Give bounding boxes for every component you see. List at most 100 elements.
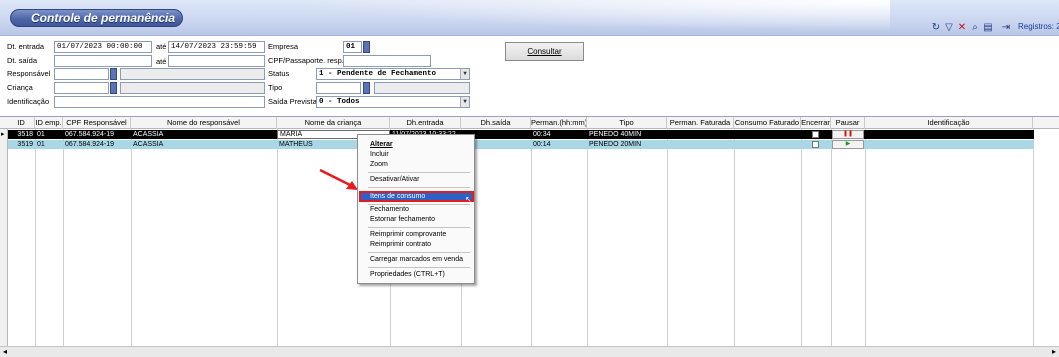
col-nome-crianca[interactable]: Nome da criança — [277, 117, 390, 129]
cell-consumo-faturado — [734, 140, 801, 149]
context-menu: Alterar Incluir Zoom Desativar/Ativar It… — [357, 134, 475, 284]
identificacao-label: Identificação — [7, 97, 50, 106]
crianca-code-field[interactable] — [54, 82, 109, 94]
cell-id: 3518 — [17, 131, 33, 138]
menu-item-reimprimir-contrato[interactable]: Reimprimir contrato — [370, 240, 431, 250]
export-icon[interactable]: ⇥ — [1000, 22, 1012, 34]
ate-label-2: até — [156, 57, 167, 66]
window-header: Controle de permanência ↻ ▽ ✕ ⌕ ▤ ⇥ Regi… — [0, 0, 1059, 36]
dt-saida-from-field[interactable] — [54, 55, 152, 67]
status-label: Status — [268, 69, 290, 78]
status-select[interactable]: 1 - Pendente de Fechamento ▼ — [316, 68, 470, 80]
mouse-cursor-icon: ↖ — [465, 195, 472, 204]
tipo-name-field — [374, 82, 470, 94]
menu-item-propriedades[interactable]: Propriedades (CTRL+T) — [370, 270, 445, 280]
cell-perman: 00:34 — [533, 131, 551, 138]
col-cpf-responsavel[interactable]: CPF Responsável — [63, 117, 131, 129]
zoom-icon[interactable]: ⌕ — [969, 22, 981, 34]
chevron-down-icon[interactable]: ▼ — [460, 97, 469, 107]
menu-item-fechamento[interactable]: Fechamento — [370, 205, 409, 215]
crianca-name-field — [120, 82, 265, 94]
scroll-right-icon[interactable]: ▸ — [1052, 347, 1056, 357]
empresa-field[interactable]: 01 — [343, 41, 362, 53]
empresa-lookup-button[interactable] — [363, 41, 370, 53]
col-encerrar[interactable]: Encerrar — [801, 117, 831, 129]
col-pausar[interactable]: Pausar — [831, 117, 865, 129]
dt-entrada-from-field[interactable]: 01/07/2023 00:00:00 — [54, 41, 152, 53]
filter-icon[interactable]: ▽ — [943, 22, 955, 34]
annotation-arrow-icon — [319, 168, 358, 190]
dt-entrada-label: Dt. entrada — [7, 42, 45, 51]
col-perman-faturada[interactable]: Perman. Faturada — [667, 117, 734, 129]
cell-responsavel: ACASSIA — [133, 131, 164, 138]
cell-id-emp: 01 — [37, 141, 45, 148]
col-id-emp[interactable]: ID emp. — [35, 117, 63, 129]
saida-prevista-value: 0 - Todos — [319, 98, 360, 106]
col-id[interactable]: ID — [8, 117, 35, 129]
responsavel-name-field — [120, 68, 265, 80]
cell-tipo: PENEDO 20MIN — [589, 141, 642, 148]
tipo-lookup-button[interactable] — [363, 82, 370, 94]
menu-item-estornar-fechamento[interactable]: Estornar fechamento — [370, 215, 435, 225]
menu-item-desativar-ativar[interactable]: Desativar/Ativar — [370, 175, 419, 185]
results-grid: ID ID emp. CPF Responsável Nome do respo… — [0, 116, 1059, 347]
col-tipo[interactable]: Tipo — [587, 117, 667, 129]
menu-item-zoom[interactable]: Zoom — [370, 160, 388, 170]
menu-item-alterar[interactable]: Alterar — [370, 140, 393, 150]
col-perman[interactable]: Perman.(hh:mm) — [531, 117, 587, 129]
menu-item-itens-de-consumo[interactable]: Itens de consumo — [370, 192, 425, 202]
status-value: 1 - Pendente de Fechamento — [319, 70, 437, 78]
col-identificacao[interactable]: Identificação — [865, 117, 1033, 129]
identificacao-field[interactable] — [54, 96, 265, 108]
col-dh-entrada[interactable]: Dh.entrada — [390, 117, 461, 129]
scroll-left-icon[interactable]: ◂ — [3, 347, 7, 357]
menu-item-carregar-marcados[interactable]: Carregar marcados em venda — [370, 255, 463, 265]
encerrar-checkbox[interactable] — [812, 141, 819, 148]
window-title: Controle de permanência — [10, 9, 183, 27]
print-icon[interactable]: ▤ — [982, 22, 994, 34]
menu-item-incluir[interactable]: Incluir — [370, 150, 389, 160]
encerrar-checkbox[interactable] — [812, 131, 819, 138]
cpf-field[interactable] — [343, 55, 431, 67]
menu-item-reimprimir-comprovante[interactable]: Reimprimir comprovante — [370, 230, 446, 240]
consultar-button[interactable]: Consultar — [505, 42, 584, 61]
cell-perman: 00:14 — [533, 141, 551, 148]
records-count: Registros: 2 — [1018, 22, 1059, 31]
table-row[interactable]: 3518 01 067.584.924-19 ACASSIA MARIA 11/… — [8, 130, 1034, 139]
tipo-label: Tipo — [268, 83, 283, 92]
cell-consumo-faturado — [734, 130, 801, 139]
clear-filter-icon[interactable]: ✕ — [956, 22, 968, 34]
saida-prevista-select[interactable]: 0 - Todos ▼ — [316, 96, 470, 108]
responsavel-label: Responsável — [7, 69, 51, 78]
cpf-label: CPF/Passaporte. resp. — [268, 56, 344, 65]
dt-saida-to-field[interactable] — [168, 55, 265, 67]
current-row-arrow-icon: ▸ — [1, 131, 5, 138]
crianca-lookup-button[interactable] — [110, 82, 117, 94]
header-decoration — [190, 0, 890, 36]
ate-label-1: até — [156, 42, 167, 51]
dt-entrada-to-field[interactable]: 14/07/2023 23:59:59 — [168, 41, 265, 53]
responsavel-code-field[interactable] — [54, 68, 109, 80]
cell-id: 3519 — [17, 141, 33, 148]
col-nome-responsavel[interactable]: Nome do responsável — [131, 117, 277, 129]
chevron-down-icon[interactable]: ▼ — [460, 69, 469, 79]
empresa-label: Empresa — [268, 42, 299, 51]
cell-cpf: 067.584.924-19 — [65, 141, 115, 148]
tipo-code-field[interactable] — [316, 82, 361, 94]
row-indicator-column — [0, 129, 8, 347]
horizontal-scrollbar[interactable]: ◂ ▸ — [0, 346, 1059, 357]
cell-id-emp: 01 — [37, 131, 45, 138]
grid-header: ID ID emp. CPF Responsável Nome do respo… — [0, 117, 1059, 129]
cell-perman-faturada — [667, 130, 734, 139]
col-dh-saida[interactable]: Dh.saída — [461, 117, 531, 129]
cell-tipo: PENEDO 40MIN — [589, 131, 642, 138]
crianca-label: Criança — [7, 83, 33, 92]
table-row[interactable]: 3519 01 067.584.924-19 ACASSIA MATHEUS 0… — [8, 140, 1034, 149]
cell-cpf: 067.584.924-19 — [65, 131, 115, 138]
play-icon[interactable]: ▶ — [832, 140, 864, 149]
saida-prevista-label: Saída Prevista — [268, 97, 317, 106]
responsavel-lookup-button[interactable] — [110, 68, 117, 80]
refresh-icon[interactable]: ↻ — [930, 22, 942, 34]
pause-icon[interactable]: ❚❚ — [832, 130, 864, 139]
col-consumo-faturado[interactable]: Consumo Faturado — [734, 117, 801, 129]
